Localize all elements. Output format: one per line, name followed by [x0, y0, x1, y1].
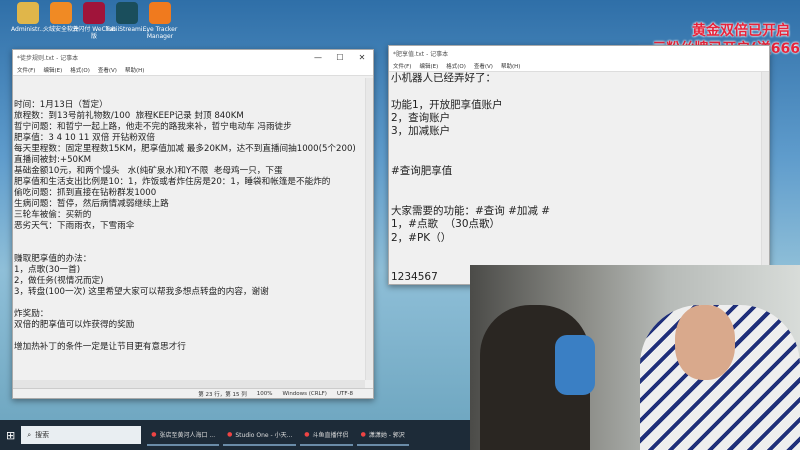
text-line: 旅程数：到13号前礼物数/100 旅程KEEP记录 封顶 840KM: [14, 111, 244, 121]
desktop-icon[interactable]: Eye Tracker Manager: [138, 2, 182, 40]
taskbar-item-label: 斗鱼直播伴侣: [312, 431, 349, 439]
status-bar: 第 23 行，第 15 列 100% Windows (CRLF) UTF-8: [13, 388, 373, 398]
app-icon: ●: [151, 430, 157, 438]
taskbar-item-label: 潇潇她 - 郭沢: [368, 431, 405, 439]
app-icon: [50, 2, 72, 24]
taskbar-item[interactable]: ● 潇潇她 - 郭沢: [356, 424, 409, 446]
notepad-window-points: *肥享值.txt - 记事本 文件(F) 编辑(E) 格式(O) 查看(V) 帮助(H)…: [388, 45, 770, 285]
menu-item[interactable]: 格式(O): [70, 66, 90, 74]
text-line: [391, 192, 761, 205]
menu-item[interactable]: 文件(F): [17, 66, 35, 74]
text-line: 偷吃问题：抓到直接在钻粉群发1000: [14, 188, 157, 198]
title-bar: *肥享值.txt - 记事本: [389, 46, 769, 60]
text-line: 大家需要的功能：#查询 #加减 #: [391, 204, 551, 217]
horizontal-scrollbar[interactable]: [13, 380, 365, 388]
app-icon: [149, 2, 171, 24]
window-title: *肥享值.txt - 记事本: [393, 50, 449, 58]
text-line: 1，点歌(30一首): [14, 265, 81, 275]
app-icon: [116, 2, 138, 24]
text-line: [14, 89, 365, 100]
menu-item[interactable]: 帮助(H): [501, 62, 520, 70]
text-line: 1，#点歌 （30点歌）: [391, 218, 501, 231]
taskbar-item-label: 张店至黄河人海口 ...: [159, 431, 216, 439]
menu-item[interactable]: 文件(F): [393, 62, 411, 70]
text-line: [391, 85, 761, 98]
text-line: 时间：1月13日（暂定）: [14, 100, 108, 110]
text-line: 直播间被封:+50KM: [14, 155, 92, 165]
text-line: 哲宁问题：和哲宁一起上路，他走不完的路我来补，哲宁电动车 冯雨徒步: [14, 122, 292, 132]
text-line: 2，查询账户: [391, 111, 451, 124]
text-line: 赚取肥享值的办法：: [14, 254, 92, 264]
app-icon: ●: [304, 430, 310, 438]
search-icon: ⌕: [27, 430, 32, 439]
text-editor[interactable]: 小机器人已经弄好了： 功能1，开放肥享值账户 2，查询账户 3，加减账户 #查询肥享值大…: [389, 72, 761, 285]
menu-item[interactable]: 帮助(H): [125, 66, 144, 74]
text-line: 2，做任务(视情况而定): [14, 276, 104, 286]
text-editor[interactable]: 时间：1月13日（暂定） 旅程数：到13号前礼物数/100 旅程KEEP记录 封顶…: [13, 78, 365, 353]
menu-bar: 文件(F) 编辑(E) 格式(O) 查看(V) 帮助(H): [389, 60, 769, 72]
text-line: 2，#PK（）: [391, 231, 452, 244]
text-line: 小机器人已经弄好了：: [391, 72, 496, 84]
app-icon: [83, 2, 105, 24]
text-line: 每天里程数：固定里程数15KM，肥享值加减 最多20KM，达不到直播间抽1000…: [14, 144, 356, 154]
notepad-window-rules: *徒步规则.txt - 记事本 — ☐ ✕ 文件(F) 编辑(E) 格式(O) 查看(…: [12, 49, 374, 399]
webcam-feed: [470, 265, 800, 450]
text-line: 3，加减账户: [391, 125, 451, 138]
water-jug: [555, 335, 595, 395]
text-line: 3，转盘(100一次) 这里希望大家可以帮我多想点转盘的内容，谢谢: [14, 287, 269, 297]
app-icon: ●: [360, 430, 366, 438]
vertical-scrollbar[interactable]: [761, 72, 769, 284]
overlay-line-1: 黄金双倍已开启: [692, 23, 790, 39]
maximize-button[interactable]: ☐: [329, 53, 351, 62]
text-line: [14, 78, 365, 89]
text-line: [391, 178, 761, 191]
text-line: 功能1，开放肥享值账户: [391, 98, 503, 111]
menu-bar: 文件(F) 编辑(E) 格式(O) 查看(V) 帮助(H): [13, 64, 373, 76]
text-line: 基础金额10元，和两个馒头 水(纯矿泉水)和Y不限 老母鸡一只，下蛋: [14, 166, 283, 176]
window-title: *徒步规则.txt - 记事本: [17, 54, 79, 62]
text-line: 肥享值：3 4 10 11 双倍 开钻粉双倍: [14, 133, 155, 143]
taskbar-item-label: Studio One - 小天...: [235, 431, 293, 439]
text-line: [14, 298, 365, 309]
search-placeholder: 搜索: [35, 431, 50, 439]
cursor-position: 第 23 行，第 15 列: [198, 391, 247, 398]
taskbar-item[interactable]: ● Studio One - 小天...: [223, 424, 297, 446]
text-line: [391, 138, 761, 151]
text-line: 三轮车被偷：买新的: [14, 210, 92, 220]
menu-item[interactable]: 查看(V): [98, 66, 117, 74]
vertical-scrollbar[interactable]: [365, 78, 373, 380]
title-bar: *徒步规则.txt - 记事本 — ☐ ✕: [13, 50, 373, 64]
line-ending: Windows (CRLF): [282, 390, 327, 397]
menu-item[interactable]: 格式(O): [446, 62, 466, 70]
taskbar: ⊞ ⌕ 搜索 ● 张店至黄河人海口 ... ● Studio One - 小天... ● 斗…: [0, 420, 470, 450]
face-right: [675, 305, 735, 380]
text-line: #查询肥享值: [391, 165, 453, 178]
text-line: 增加热补丁的条件一定是让节目更有意思才行: [14, 342, 186, 352]
minimize-button[interactable]: —: [307, 53, 329, 62]
app-icon: [17, 2, 39, 24]
text-line: 恶劣天气：下雨雨衣，下雪雨伞: [14, 221, 135, 231]
taskbar-search[interactable]: ⌕ 搜索: [21, 426, 142, 444]
menu-item[interactable]: 查看(V): [474, 62, 493, 70]
text-line: [391, 152, 761, 165]
text-line: [14, 232, 365, 243]
text-line: 炸奖励：: [14, 309, 49, 319]
zoom-level: 100%: [256, 390, 273, 397]
menu-item[interactable]: 编辑(E): [419, 62, 438, 70]
text-line: [391, 245, 761, 258]
text-line: [14, 331, 365, 342]
menu-item[interactable]: 编辑(E): [43, 66, 62, 74]
encoding: UTF-8: [336, 390, 353, 397]
text-line: 双倍的肥享值可以炸获得的奖励: [14, 320, 135, 330]
start-button[interactable]: ⊞: [6, 429, 15, 442]
app-icon: ●: [227, 430, 233, 438]
taskbar-item[interactable]: ● 张店至黄河人海口 ...: [147, 424, 220, 446]
close-button[interactable]: ✕: [351, 53, 373, 62]
text-line: [14, 243, 365, 254]
text-line: 肥享值和生活支出比例是10：1，炸饭或者炸住房是20：1，睡袋和帐篷是不能炸的: [14, 177, 331, 187]
text-line: 生病问题：暂停，然后病情减弱继续上路: [14, 199, 169, 209]
desktop-icon-label: Eye Tracker Manager: [142, 26, 178, 40]
taskbar-item[interactable]: ● 斗鱼直播伴侣: [300, 424, 353, 446]
